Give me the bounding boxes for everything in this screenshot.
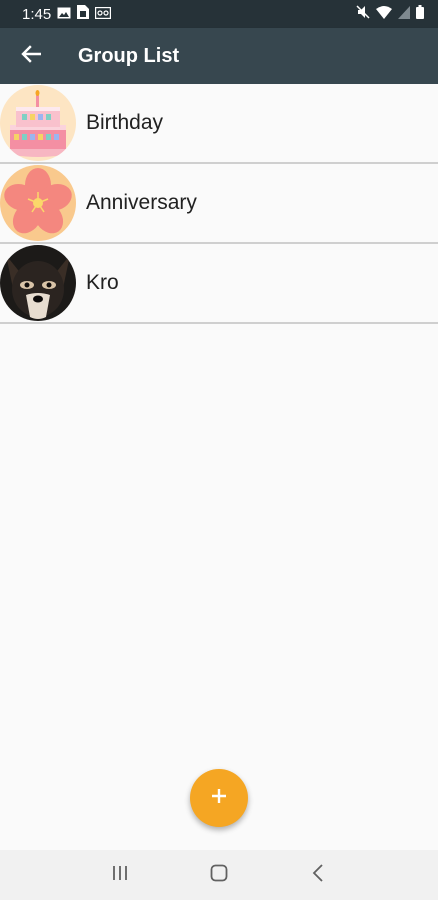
flower-avatar [0, 165, 76, 241]
home-icon [210, 864, 228, 887]
status-right [356, 5, 424, 23]
system-nav-bar [0, 850, 438, 900]
back-button[interactable] [3, 28, 59, 84]
home-button[interactable] [199, 855, 239, 895]
group-name: Birthday [86, 111, 164, 134]
battery-icon [416, 5, 424, 23]
group-item-birthday[interactable]: Birthday [0, 84, 438, 164]
group-item-anniversary[interactable]: Anniversary [0, 164, 438, 244]
group-name: Anniversary [86, 191, 197, 214]
status-bar: 1:45 [0, 0, 438, 28]
group-item-kro[interactable]: Kro [0, 244, 438, 324]
dog-avatar [0, 245, 76, 321]
group-list: Birthday Anniversary Kro [0, 84, 438, 324]
nav-back-button[interactable] [298, 855, 338, 895]
recents-icon [111, 865, 129, 886]
sim-icon [77, 5, 90, 23]
arrow-back-icon [21, 44, 42, 68]
voicemail-icon [95, 6, 112, 23]
back-icon [312, 863, 324, 887]
add-group-button[interactable] [190, 769, 248, 827]
app-bar: Group List [0, 28, 438, 84]
wifi-icon [376, 5, 392, 23]
recents-button[interactable] [100, 855, 140, 895]
page-title: Group List [78, 44, 180, 67]
plus-icon [210, 787, 228, 810]
status-left: 1:45 [22, 5, 112, 23]
status-time: 1:45 [22, 5, 52, 23]
mute-icon [356, 5, 370, 23]
image-icon [57, 6, 71, 23]
signal-icon [398, 5, 410, 23]
birthday-avatar [0, 85, 76, 161]
group-name: Kro [86, 271, 119, 294]
